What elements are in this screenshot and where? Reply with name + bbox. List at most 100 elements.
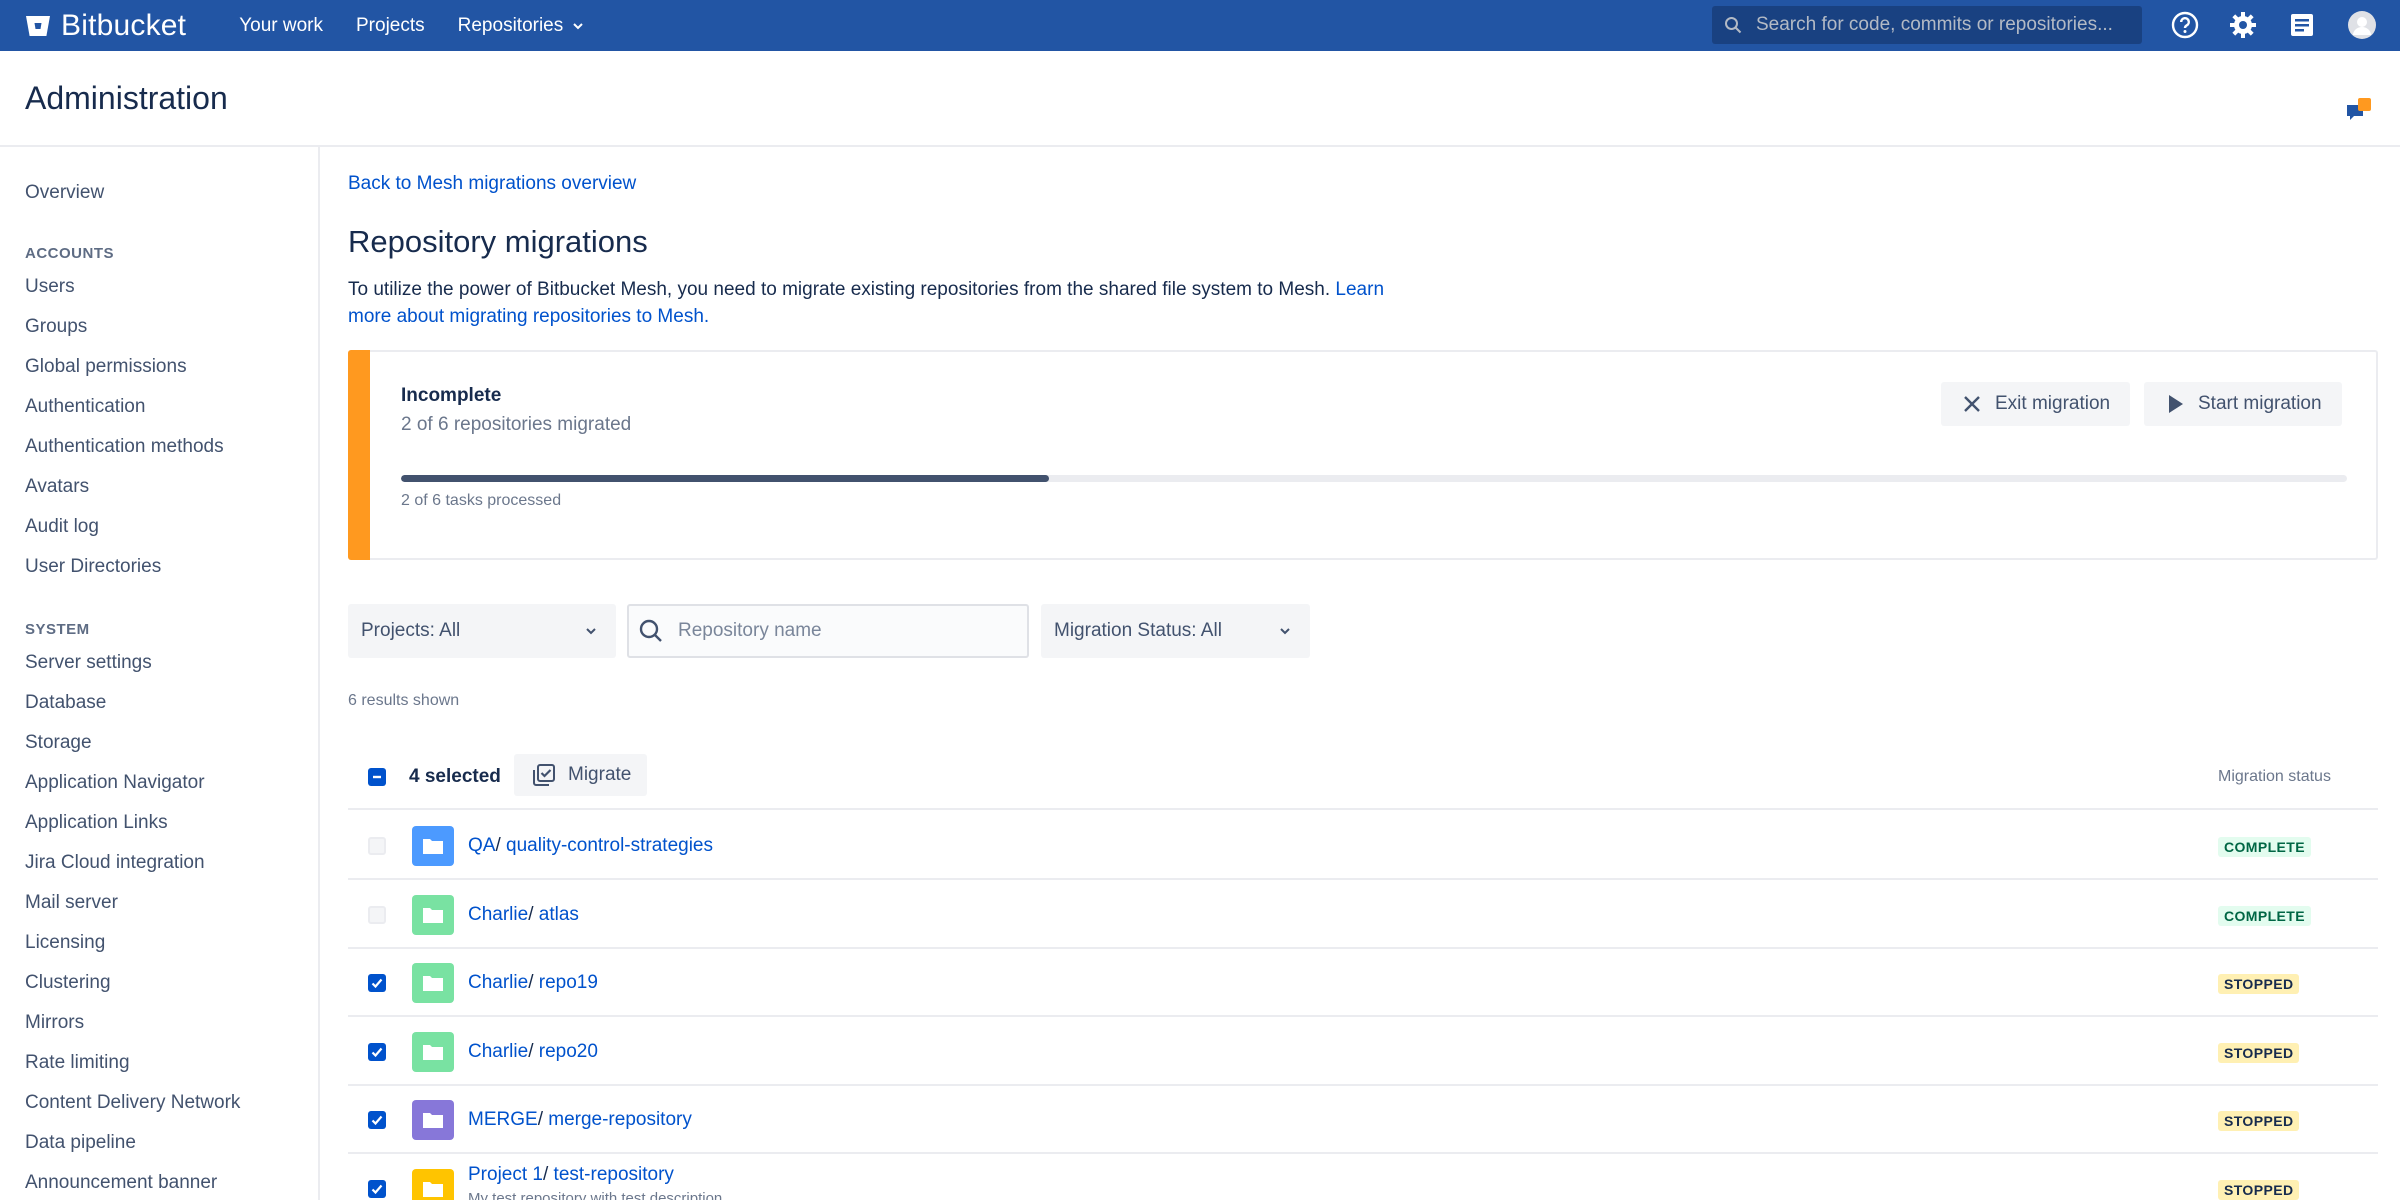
project-link[interactable]: MERGE [468, 1109, 538, 1130]
checklist-icon [533, 764, 555, 786]
nav-projects[interactable]: Projects [356, 15, 425, 37]
sidebar-item-application-navigator[interactable]: Application Navigator [25, 772, 205, 794]
project-link[interactable]: Charlie [468, 904, 528, 925]
page-heading: Administration [25, 80, 228, 116]
bitbucket-logo[interactable]: Bitbucket [25, 9, 186, 43]
sidebar-item-avatars[interactable]: Avatars [25, 476, 89, 498]
repository-folder-icon [412, 1168, 454, 1200]
bitbucket-bucket-icon [26, 15, 50, 36]
row-checkbox[interactable] [368, 1111, 386, 1129]
migration-status-card: Incomplete 2 of 6 repositories migrated … [348, 350, 2378, 560]
project-link[interactable]: Project 1 [468, 1164, 543, 1185]
sidebar-item-authentication[interactable]: Authentication [25, 396, 145, 418]
migration-status-badge: STOPPED [2218, 1042, 2300, 1063]
table-header: 4 selected Migrate Migration status [348, 744, 2378, 810]
back-to-mesh-overview-link[interactable]: Back to Mesh migrations overview [348, 173, 636, 195]
sidebar-item-mail-server[interactable]: Mail server [25, 892, 118, 914]
start-migration-button[interactable]: Start migration [2144, 382, 2342, 426]
sidebar-item-audit-log[interactable]: Audit log [25, 516, 99, 538]
repository-name: Charlie/ repo20 [468, 1041, 598, 1063]
sidebar-heading-system: SYSTEM [25, 621, 90, 638]
main-content: Back to Mesh migrations overview Reposit… [348, 147, 2378, 1200]
repository-row: Charlie/ repo20 STOPPED [348, 1018, 2378, 1086]
repository-name-search[interactable] [627, 604, 1029, 658]
help-icon[interactable] [2169, 9, 2201, 41]
projects-filter-dropdown[interactable]: Projects: All [348, 604, 616, 658]
migration-status-column-header: Migration status [2218, 768, 2331, 785]
repository-link[interactable]: test-repository [554, 1164, 674, 1185]
repository-link[interactable]: repo20 [539, 1041, 598, 1062]
sidebar-item-clustering[interactable]: Clustering [25, 972, 111, 994]
repository-name-input[interactable] [678, 620, 998, 642]
repository-folder-icon [412, 1031, 454, 1072]
exit-migration-button[interactable]: Exit migration [1941, 382, 2131, 426]
sidebar-item-authentication-methods[interactable]: Authentication methods [25, 436, 224, 458]
path-separator: / [528, 903, 539, 925]
project-link[interactable]: QA [468, 835, 495, 856]
close-icon [1964, 396, 1980, 412]
project-link[interactable]: Charlie [468, 1041, 528, 1062]
nav-repositories-label: Repositories [457, 14, 564, 36]
feedback-notification[interactable] [2344, 97, 2374, 127]
sidebar-item-user-directories[interactable]: User Directories [25, 556, 161, 578]
project-link[interactable]: Charlie [468, 972, 528, 993]
repository-folder-icon [412, 894, 454, 935]
notes-icon[interactable] [2286, 9, 2318, 41]
admin-header: Administration [0, 51, 2400, 147]
sidebar-item-database[interactable]: Database [25, 692, 106, 714]
row-checkbox[interactable] [368, 1042, 386, 1061]
settings-gear-icon[interactable] [2227, 9, 2259, 41]
sidebar-item-overview[interactable]: Overview [25, 182, 104, 204]
search-icon [639, 619, 662, 642]
nav-your-work[interactable]: Your work [239, 15, 323, 37]
sidebar-item-data-pipeline[interactable]: Data pipeline [25, 1132, 136, 1154]
repository-link[interactable]: repo19 [539, 972, 598, 993]
global-search-input[interactable]: Search for code, commits or repositories… [1712, 6, 2142, 44]
sidebar-item-groups[interactable]: Groups [25, 316, 87, 338]
sidebar-item-global-permissions[interactable]: Global permissions [25, 356, 187, 378]
sidebar-item-jira-cloud-integration[interactable]: Jira Cloud integration [25, 852, 205, 874]
path-separator: / [542, 1163, 554, 1185]
repository-link[interactable]: atlas [539, 904, 579, 925]
page-description: To utilize the power of Bitbucket Mesh, … [348, 276, 1428, 330]
migration-status-subtitle: 2 of 6 repositories migrated [401, 414, 632, 435]
select-all-checkbox[interactable] [368, 768, 386, 786]
repository-row: QA/ quality-control-strategies COMPLETE [348, 812, 2378, 880]
repository-description: My test repository with test description [468, 1189, 723, 1200]
migration-status-filter-dropdown[interactable]: Migration Status: All [1041, 604, 1310, 658]
sidebar-item-users[interactable]: Users [25, 276, 75, 298]
projects-filter-label: Projects: All [361, 620, 461, 641]
repository-row: Charlie/ repo19 STOPPED [348, 949, 2378, 1017]
sidebar-item-content-delivery-network[interactable]: Content Delivery Network [25, 1092, 240, 1114]
repository-row: MERGE/ merge-repository STOPPED [348, 1086, 2378, 1154]
progress-label: 2 of 6 tasks processed [401, 492, 562, 509]
sidebar-item-server-settings[interactable]: Server settings [25, 652, 152, 674]
nav-repositories[interactable]: Repositories [458, 15, 586, 37]
checkmark-icon [371, 1184, 383, 1194]
top-navigation-bar: Bitbucket Your work Projects Repositorie… [0, 0, 2400, 51]
repository-name: MERGE/ merge-repository [468, 1109, 692, 1131]
path-separator: / [495, 835, 507, 856]
user-avatar[interactable] [2346, 9, 2378, 41]
sidebar-item-application-links[interactable]: Application Links [25, 812, 168, 834]
row-checkbox [368, 837, 386, 855]
repository-folder-icon [412, 963, 454, 1003]
row-checkbox[interactable] [368, 974, 386, 992]
repository-link[interactable]: merge-repository [548, 1109, 692, 1130]
exit-migration-label: Exit migration [1995, 393, 2111, 414]
sidebar-item-licensing[interactable]: Licensing [25, 932, 105, 954]
repository-link[interactable]: quality-control-strategies [506, 835, 713, 856]
sidebar-item-mirrors[interactable]: Mirrors [25, 1012, 84, 1034]
path-separator: / [528, 1040, 539, 1062]
row-checkbox[interactable] [368, 1179, 386, 1198]
migration-progress-bar [401, 475, 2347, 482]
sidebar-item-storage[interactable]: Storage [25, 732, 92, 754]
chevron-down-icon [573, 22, 583, 29]
migrate-button[interactable]: Migrate [514, 754, 648, 796]
migration-status-badge: STOPPED [2218, 1111, 2300, 1131]
repository-row: Charlie/ atlas COMPLETE [348, 881, 2378, 949]
play-icon [2169, 395, 2183, 413]
sidebar-item-announcement-banner[interactable]: Announcement banner [25, 1172, 217, 1194]
repository-row: Project 1/ test-repository My test reposi… [348, 1155, 2378, 1200]
sidebar-item-rate-limiting[interactable]: Rate limiting [25, 1052, 130, 1074]
